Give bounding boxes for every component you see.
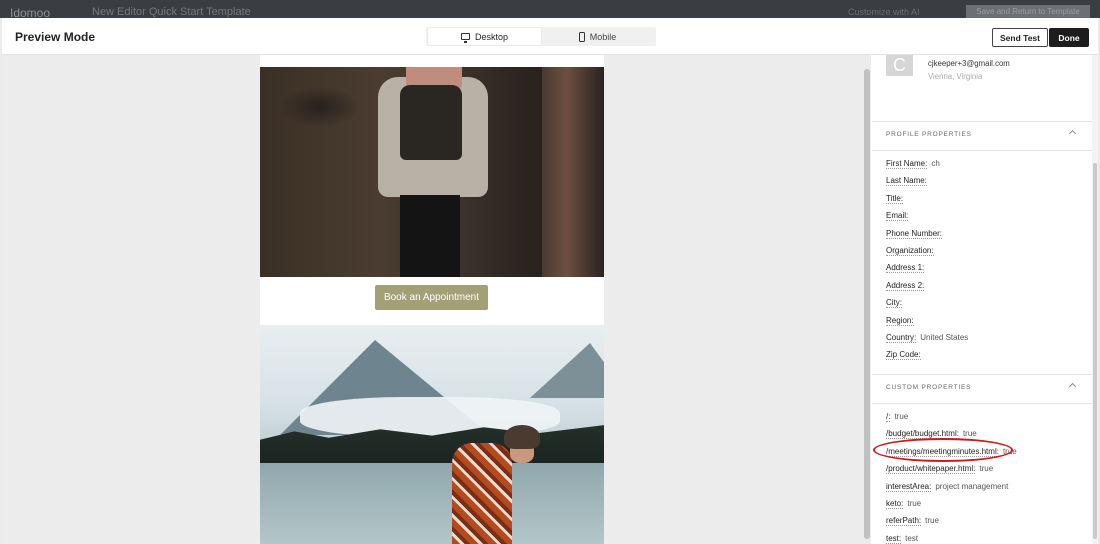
property-value: test <box>905 533 919 543</box>
done-button[interactable]: Done <box>1049 28 1089 47</box>
background-link: Customize with AI <box>848 7 920 17</box>
preview-header: Preview Mode Desktop Mobile Send Test Do… <box>2 18 1098 55</box>
profile-properties-header[interactable]: PROFILE PROPERTIES <box>872 121 1092 151</box>
property-key: keto: <box>886 499 904 509</box>
property-row: First Name: ch <box>886 159 940 169</box>
chevron-up-icon[interactable] <box>1068 382 1077 391</box>
property-key: referPath: <box>886 516 922 527</box>
property-row: Region: <box>886 315 918 326</box>
profile-properties-heading: PROFILE PROPERTIES <box>886 131 972 138</box>
property-key: Address 2: <box>886 280 925 291</box>
property-row: Last Name: <box>886 176 931 187</box>
preview-scrollbar-thumb[interactable] <box>864 69 870 539</box>
custom-properties-header[interactable]: CUSTOM PROPERTIES <box>872 374 1092 404</box>
property-value: true <box>907 499 922 508</box>
book-appointment-button[interactable]: Book an Appointment <box>375 285 488 310</box>
property-row: keto: true <box>886 499 922 509</box>
property-key: Organization: <box>886 246 934 256</box>
property-key: Phone Number: <box>886 228 943 239</box>
photo-wall <box>542 67 604 277</box>
property-row: interestArea: project management <box>886 481 1009 492</box>
avatar: C <box>886 55 913 76</box>
preview-scrollbar[interactable] <box>863 55 871 544</box>
property-key: /product/whitepaper.html: <box>886 464 976 475</box>
property-value: project management <box>935 481 1009 491</box>
property-key: /: <box>886 412 891 422</box>
property-value: true <box>925 516 939 526</box>
page-title: Preview Mode <box>15 30 96 44</box>
property-row: Address 2: <box>886 280 928 291</box>
background-save-button: Save and Return to Template <box>966 5 1090 18</box>
property-value: ch <box>931 159 940 168</box>
lake-photo <box>260 325 604 544</box>
contact-location: Vienna, Virginia <box>928 72 983 81</box>
template-title: New Editor Quick Start Template <box>92 6 251 18</box>
desktop-tab-label: Desktop <box>474 31 509 42</box>
contact-email: cjkeeper+3@gmail.com <box>928 59 1010 68</box>
sidebar-scrollbar[interactable] <box>1092 55 1098 544</box>
property-value: true <box>1002 446 1017 456</box>
property-row: /budget/budget.html: true <box>886 429 977 440</box>
property-key: Last Name: <box>886 176 927 187</box>
property-row: referPath: true <box>886 516 939 527</box>
property-value: true <box>962 429 977 439</box>
phone-icon <box>578 31 585 42</box>
property-row: Zip Code: <box>886 350 925 361</box>
property-value: true <box>894 412 909 421</box>
property-row: /product/whitepaper.html: true <box>886 464 994 475</box>
property-row: Phone Number: <box>886 228 946 239</box>
cta-section: Book an Appointment <box>260 277 604 325</box>
hiker-photo <box>260 67 604 277</box>
sidebar-scrollbar-thumb[interactable] <box>1093 163 1097 539</box>
chevron-up-icon[interactable] <box>1068 129 1077 138</box>
property-key: City: <box>886 298 902 309</box>
property-value: true <box>979 464 994 474</box>
custom-properties-heading: CUSTOM PROPERTIES <box>886 384 972 391</box>
monitor-icon <box>460 33 470 43</box>
property-row: /: true <box>886 412 909 422</box>
email-preview-area[interactable]: Book an Appointment <box>2 55 863 544</box>
property-key: Address 1: <box>886 263 925 274</box>
property-value: United States <box>920 333 969 342</box>
property-row: test: test <box>886 533 919 544</box>
preview-modal: Preview Mode Desktop Mobile Send Test Do… <box>2 18 1098 544</box>
property-key: Title: <box>886 193 904 204</box>
photo-legs <box>400 195 460 277</box>
property-key: Zip Code: <box>886 350 921 361</box>
mobile-tab[interactable]: Mobile <box>541 28 654 45</box>
contact-sidebar: C cjkeeper+3@gmail.com Vienna, Virginia … <box>872 55 1098 544</box>
photo-man-flannel <box>452 443 512 544</box>
mobile-tab-label: Mobile <box>589 31 617 42</box>
property-row: Address 1: <box>886 263 928 274</box>
property-row: Organization: <box>886 246 938 256</box>
property-key: Email: <box>886 211 909 222</box>
desktop-tab[interactable]: Desktop <box>428 28 541 45</box>
property-key: test: <box>886 533 902 544</box>
property-key: /meetings/meetingminutes.html: <box>886 446 999 457</box>
property-key: First Name: <box>886 159 928 169</box>
property-row: Country: United States <box>886 333 969 343</box>
property-row: Email: <box>886 211 912 222</box>
background-app-bar: Idomoo New Editor Quick Start Template C… <box>0 0 1100 20</box>
email-body: Book an Appointment <box>260 55 604 544</box>
send-test-button[interactable]: Send Test <box>992 28 1048 47</box>
property-key: Country: <box>886 333 917 343</box>
property-row: /meetings/meetingminutes.html: true <box>886 446 1017 457</box>
property-row: Title: <box>886 193 907 204</box>
photo-mountain-small <box>530 343 604 398</box>
photo-backpack <box>400 85 462 160</box>
property-key: Region: <box>886 315 914 326</box>
property-row: City: <box>886 298 906 309</box>
photo-lake <box>260 463 604 544</box>
property-key: interestArea: <box>886 481 932 492</box>
device-toggle: Desktop Mobile <box>426 27 656 46</box>
photo-beanie <box>504 425 540 449</box>
property-key: /budget/budget.html: <box>886 429 959 440</box>
